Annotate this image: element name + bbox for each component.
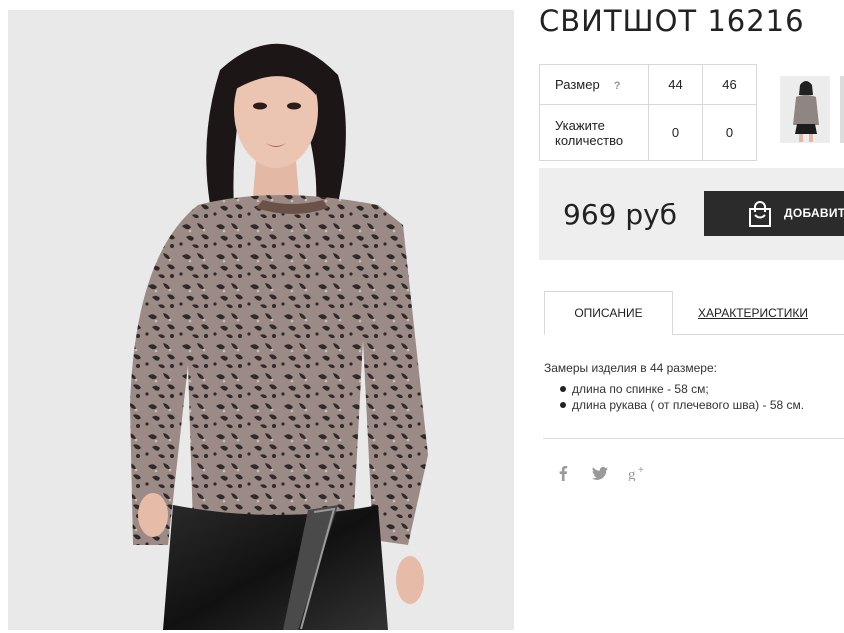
price-value: 969 руб bbox=[563, 198, 677, 231]
size-option-44[interactable]: 44 bbox=[648, 64, 703, 105]
tab-characteristics[interactable]: ХАРАКТЕРИСТИКИ bbox=[673, 291, 833, 335]
model-illustration bbox=[130, 43, 428, 630]
twitter-icon[interactable] bbox=[591, 463, 609, 483]
add-to-cart-label: ДОБАВИТ bbox=[784, 206, 844, 220]
add-to-cart-button[interactable]: ДОБАВИТ bbox=[704, 191, 844, 236]
quantity-input-44[interactable]: 0 bbox=[648, 104, 703, 161]
thumbnail-illustration bbox=[781, 77, 829, 142]
size-option-46[interactable]: 46 bbox=[702, 64, 757, 105]
size-label: Размер bbox=[555, 77, 600, 92]
size-label-cell: Размер? bbox=[539, 64, 649, 105]
svg-text:+: + bbox=[638, 465, 644, 476]
content-divider bbox=[543, 438, 844, 439]
info-tabs: ОПИСАНИЕ ХАРАКТЕРИСТИКИ bbox=[544, 291, 844, 335]
description-list: длина по спинке - 58 см; длина рукава ( … bbox=[544, 381, 804, 413]
tabs-divider bbox=[672, 334, 844, 335]
description-item: длина по спинке - 58 см; bbox=[558, 381, 804, 397]
product-title: СВИТШОТ 16216 bbox=[539, 4, 805, 38]
price-panel: 969 руб ДОБАВИТ bbox=[539, 168, 844, 260]
svg-text:g: g bbox=[628, 467, 636, 481]
thumbnail-next-partial[interactable] bbox=[840, 76, 844, 143]
shopping-bag-icon bbox=[746, 200, 774, 231]
quantity-row: Укажите количество 0 0 bbox=[539, 104, 757, 161]
description-intro: Замеры изделия в 44 размере: bbox=[544, 361, 717, 375]
product-photo[interactable] bbox=[8, 10, 514, 630]
quantity-input-46[interactable]: 0 bbox=[702, 104, 757, 161]
quantity-label: Укажите количество bbox=[539, 104, 649, 161]
tab-description[interactable]: ОПИСАНИЕ bbox=[544, 291, 673, 335]
size-help-icon[interactable]: ? bbox=[614, 80, 621, 92]
description-item: длина рукава ( от плечевого шва) - 58 см… bbox=[558, 397, 804, 413]
google-plus-icon[interactable]: g + bbox=[628, 463, 648, 483]
description-panel: Замеры изделия в 44 размере: длина по сп… bbox=[544, 360, 804, 413]
size-table: Размер? 44 46 Укажите количество 0 0 bbox=[539, 64, 757, 161]
size-row: Размер? 44 46 bbox=[539, 64, 757, 105]
facebook-icon[interactable] bbox=[555, 463, 571, 483]
product-thumbnail[interactable] bbox=[780, 76, 830, 143]
